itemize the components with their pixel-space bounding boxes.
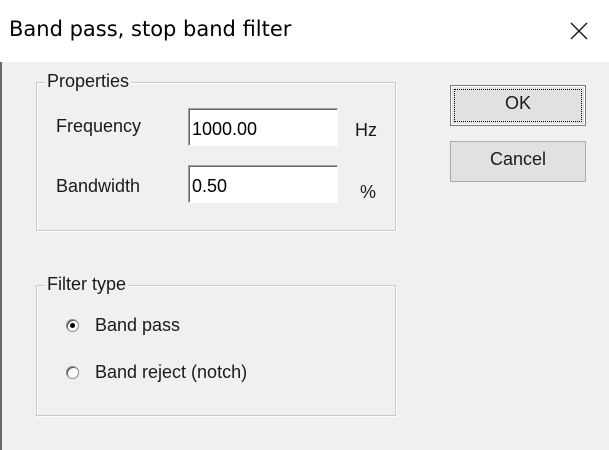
filter-type-group: Filter type xyxy=(36,274,396,416)
radio-band-reject-indicator[interactable] xyxy=(66,366,79,379)
ok-button[interactable]: OK xyxy=(450,85,586,126)
close-button[interactable] xyxy=(549,0,609,62)
title-bar: Band pass, stop band filter xyxy=(0,0,609,62)
radio-band-reject-label: Band reject (notch) xyxy=(95,362,248,382)
bandwidth-unit: % xyxy=(360,182,377,202)
radio-band-pass[interactable]: Band pass xyxy=(66,315,180,336)
properties-group-label: Properties xyxy=(45,71,132,92)
window-left-edge xyxy=(0,62,2,450)
bandwidth-input[interactable] xyxy=(188,165,338,203)
radio-band-pass-indicator[interactable] xyxy=(66,319,79,332)
filter-type-group-label: Filter type xyxy=(45,274,129,295)
properties-group: Properties xyxy=(36,71,396,231)
band-filter-dialog: Band pass, stop band filter Properties F… xyxy=(0,0,609,450)
radio-band-pass-label: Band pass xyxy=(95,315,181,335)
close-icon xyxy=(570,22,588,40)
cancel-button-label: Cancel xyxy=(489,149,547,169)
frequency-label: Frequency xyxy=(56,116,142,136)
ok-button-label: OK xyxy=(504,93,531,113)
frequency-unit: Hz xyxy=(355,120,377,140)
cancel-button[interactable]: Cancel xyxy=(450,141,586,182)
window-title: Band pass, stop band filter xyxy=(9,17,292,41)
frequency-input[interactable] xyxy=(188,108,338,146)
radio-band-reject[interactable]: Band reject (notch) xyxy=(66,362,247,383)
bandwidth-label: Bandwidth xyxy=(56,176,141,196)
